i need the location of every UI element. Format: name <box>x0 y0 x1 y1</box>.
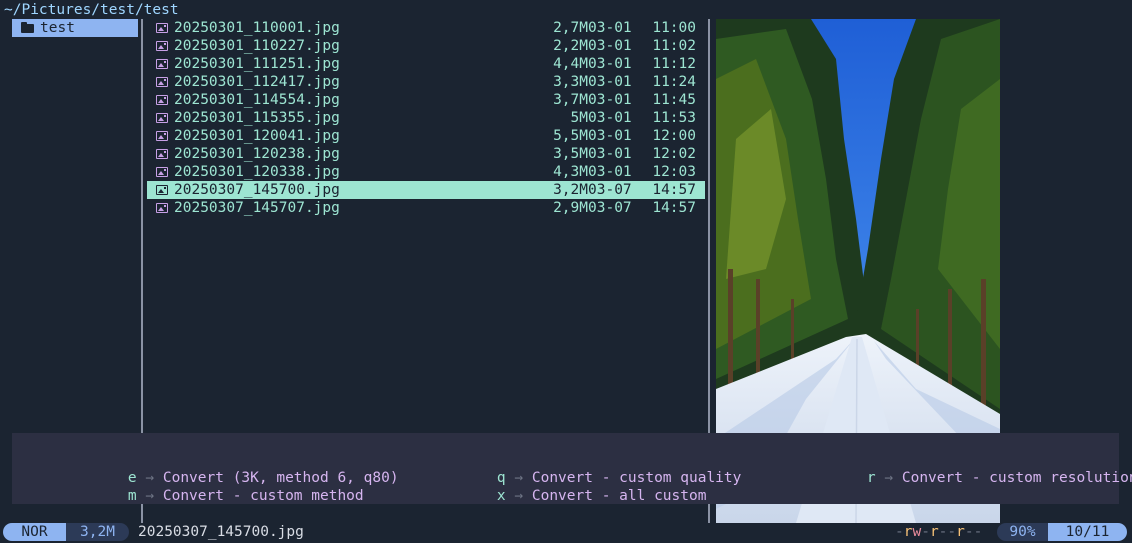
file-row[interactable]: 20250307_145707.jpg 2,9M 03-07 14:57 <box>147 199 705 217</box>
command-e[interactable]: e → Convert (3K, method 6, q80) <box>93 451 399 486</box>
file-time: 11:02 <box>652 38 696 54</box>
file-time: 11:53 <box>652 110 696 126</box>
file-date: 03-01 <box>588 74 632 90</box>
file-time: 14:57 <box>652 200 696 216</box>
command-label: Convert - custom method <box>162 488 364 504</box>
image-file-icon <box>156 131 168 141</box>
image-file-icon <box>156 149 168 159</box>
file-date: 03-01 <box>588 20 632 36</box>
command-label: Convert - all custom <box>531 488 707 504</box>
arrow-icon: → <box>145 488 155 504</box>
image-file-icon <box>156 59 168 69</box>
scroll-percent: 90% <box>997 523 1048 541</box>
file-row[interactable]: 20250301_120041.jpg 5,5M 03-01 12:00 <box>147 127 705 145</box>
command-key: r <box>866 470 876 486</box>
file-name: 20250301_110001.jpg <box>174 20 340 36</box>
file-date: 03-01 <box>588 128 632 144</box>
image-file-icon <box>156 113 168 123</box>
file-date: 03-01 <box>588 38 632 54</box>
which-key-popup: e → Convert (3K, method 6, q80) m → Conv… <box>12 433 1132 504</box>
file-date: 03-01 <box>588 110 632 126</box>
file-name: 20250301_115355.jpg <box>174 110 340 126</box>
file-size: 2,7M <box>553 20 588 36</box>
mode-indicator: NOR <box>3 523 66 541</box>
status-bar: NOR 3,2M 20250307_145700.jpg -rw-r--r-- … <box>0 523 1132 541</box>
current-filename: 20250307_145700.jpg <box>138 524 304 540</box>
file-name: 20250301_120238.jpg <box>174 146 340 162</box>
arrow-icon: → <box>514 488 524 504</box>
selected-size: 3,2M <box>66 523 129 541</box>
file-time: 11:12 <box>652 56 696 72</box>
command-r[interactable]: r → Convert - custom resolution <box>832 451 1132 486</box>
file-name: 20250301_120041.jpg <box>174 128 340 144</box>
file-row[interactable]: 20250301_111251.jpg 4,4M 03-01 11:12 <box>147 55 705 73</box>
file-size: 2,9M <box>553 200 588 216</box>
command-q[interactable]: q → Convert - custom quality <box>462 451 741 486</box>
file-time: 12:02 <box>652 146 696 162</box>
file-size: 4,3M <box>553 164 588 180</box>
file-size: 2,2M <box>553 38 588 54</box>
current-path: ~/Pictures/test/test <box>4 2 179 18</box>
file-date: 03-01 <box>588 56 632 72</box>
parent-dir-item-test[interactable]: test <box>12 19 138 37</box>
file-row[interactable]: 20250307_145700.jpg 3,2M 03-07 14:57 <box>147 181 705 199</box>
command-m[interactable]: m → Convert - custom method <box>93 469 364 504</box>
file-time: 12:03 <box>652 164 696 180</box>
file-row[interactable]: 20250301_120238.jpg 3,5M 03-01 12:02 <box>147 145 705 163</box>
image-file-icon <box>156 23 168 33</box>
file-date: 03-01 <box>588 92 632 108</box>
file-permissions: -rw-r--r-- <box>895 524 983 540</box>
arrow-icon: → <box>884 470 894 486</box>
file-name: 20250301_120338.jpg <box>174 164 340 180</box>
file-size: 3,2M <box>553 182 588 198</box>
file-name: 20250301_110227.jpg <box>174 38 340 54</box>
image-file-icon <box>156 203 168 213</box>
file-row[interactable]: 20250301_112417.jpg 3,3M 03-01 11:24 <box>147 73 705 91</box>
file-time: 11:00 <box>652 20 696 36</box>
command-key: m <box>127 488 137 504</box>
file-date: 03-07 <box>588 200 632 216</box>
file-size: 3,7M <box>553 92 588 108</box>
file-row[interactable]: 20250301_110001.jpg 2,7M 03-01 11:00 <box>147 19 705 37</box>
file-list: 20250301_110001.jpg 2,7M 03-01 11:00 2025030… <box>147 19 705 217</box>
file-date: 03-01 <box>588 146 632 162</box>
command-x[interactable]: x → Convert - all custom <box>462 469 707 504</box>
file-size: 3,5M <box>553 146 588 162</box>
command-label: Convert - custom resolution <box>901 470 1132 486</box>
file-time: 14:57 <box>652 182 696 198</box>
folder-icon <box>21 22 34 33</box>
file-row[interactable]: 20250301_115355.jpg 5M 03-01 11:53 <box>147 109 705 127</box>
file-name: 20250301_111251.jpg <box>174 56 340 72</box>
file-size: 4,4M <box>553 56 588 72</box>
file-size: 3,3M <box>553 74 588 90</box>
file-size: 5,5M <box>553 128 588 144</box>
file-name: 20250301_112417.jpg <box>174 74 340 90</box>
image-file-icon <box>156 167 168 177</box>
file-time: 11:24 <box>652 74 696 90</box>
image-file-icon <box>156 41 168 51</box>
image-file-icon <box>156 95 168 105</box>
file-time: 11:45 <box>652 92 696 108</box>
file-name: 20250307_145707.jpg <box>174 200 340 216</box>
cursor-position: 10/11 <box>1048 523 1127 541</box>
image-file-icon <box>156 77 168 87</box>
file-row[interactable]: 20250301_114554.jpg 3,7M 03-01 11:45 <box>147 91 705 109</box>
parent-dir-label: test <box>40 20 75 36</box>
image-file-icon <box>156 185 168 195</box>
file-time: 12:00 <box>652 128 696 144</box>
file-date: 03-07 <box>588 182 632 198</box>
command-key: x <box>496 488 506 504</box>
file-name: 20250307_145700.jpg <box>174 182 340 198</box>
file-row[interactable]: 20250301_110227.jpg 2,2M 03-01 11:02 <box>147 37 705 55</box>
file-name: 20250301_114554.jpg <box>174 92 340 108</box>
file-date: 03-01 <box>588 164 632 180</box>
file-row[interactable]: 20250301_120338.jpg 4,3M 03-01 12:03 <box>147 163 705 181</box>
file-size: 5M <box>570 110 588 126</box>
